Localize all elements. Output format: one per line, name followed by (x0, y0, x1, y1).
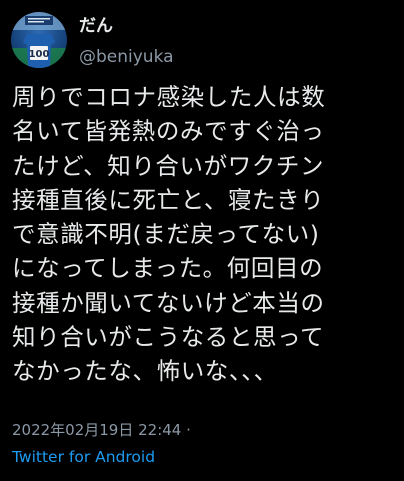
tweet-text-line: 周りでコロナ感染した人は数 (12, 83, 326, 111)
display-name[interactable]: だん (79, 16, 174, 36)
tweet-text-line: 接種か聞いてないけど本当の (12, 288, 325, 317)
tweet-text-line: になってしまった。何回目の (12, 254, 324, 283)
user-handle[interactable]: @beniyuka (79, 47, 174, 67)
tweet-text-line: 知り合いがこうなると思って (12, 323, 325, 352)
tweet: 100 だん @beniyuka 周りでコロナ感染した人は数 名いて皆発熱のみで… (0, 0, 404, 481)
tweet-text-line: 名いて皆発熱のみですぐ治っ (12, 117, 325, 146)
tweet-source-link[interactable]: Twitter for Android (12, 447, 155, 467)
tweet-text-line: なかったな、怖いな、、、 (12, 357, 278, 386)
user-info: だん @beniyuka (79, 16, 174, 67)
user-avatar-soccer-jersey-icon: 100 (11, 12, 67, 68)
tweet-text-line: 接種直後に死亡と、寝たきり (12, 185, 325, 214)
tweet-text-line: たけど、知り合いがワクチン (12, 151, 325, 180)
avatar-jersey-number: 100 (29, 49, 50, 60)
tweet-text: 周りでコロナ感染した人は数 名いて皆発熱のみですぐ治っ たけど、知り合いがワクチ… (12, 80, 400, 389)
tweet-timestamp[interactable]: 2022年02月19日 22:44 · (12, 420, 191, 440)
tweet-text-line: で意識不明(まだ戻ってない) (12, 220, 320, 249)
user-avatar[interactable]: 100 (11, 12, 67, 68)
